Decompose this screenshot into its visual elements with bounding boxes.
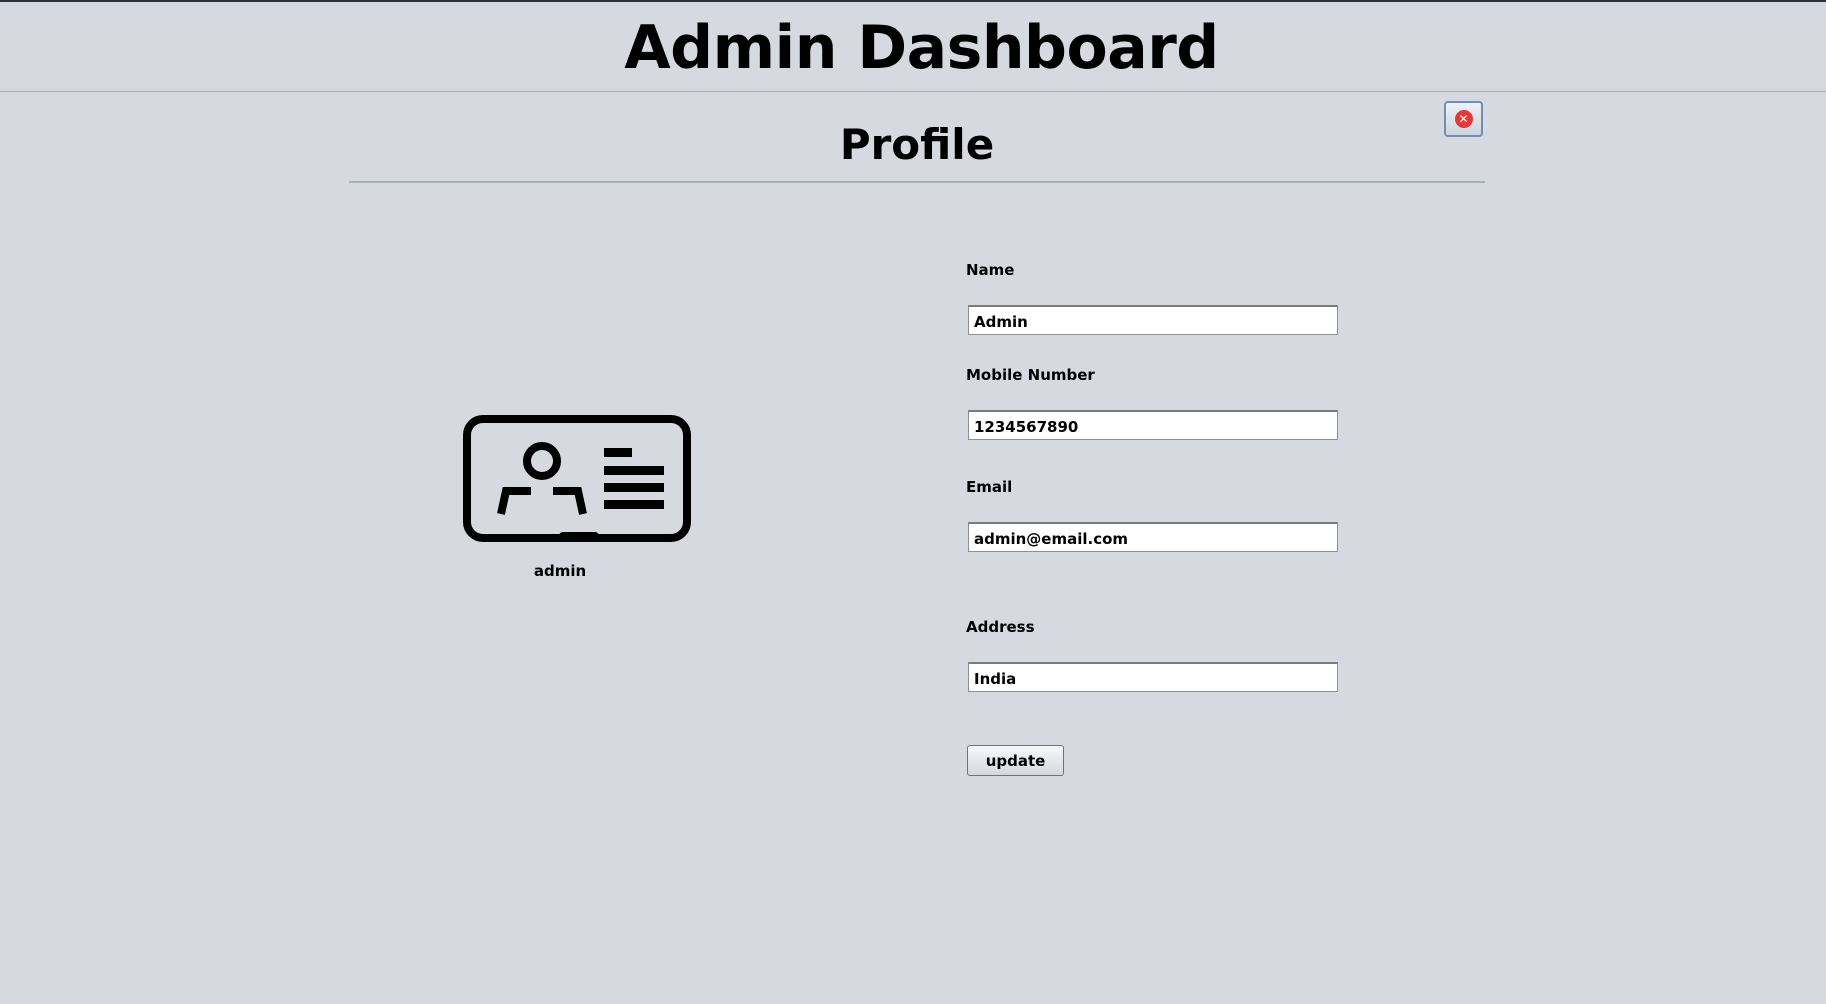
mobile-label: Mobile Number	[966, 366, 1095, 384]
window-top-border	[0, 0, 1826, 2]
email-field[interactable]	[968, 522, 1338, 552]
header-divider	[0, 91, 1826, 92]
close-icon: ✕	[1454, 110, 1473, 128]
id-card-icon	[463, 415, 691, 542]
address-label: Address	[966, 618, 1035, 636]
email-label: Email	[966, 478, 1013, 496]
profile-divider	[349, 181, 1485, 183]
profile-username: admin	[533, 562, 587, 580]
name-label: Name	[966, 261, 1015, 279]
address-field[interactable]	[968, 662, 1338, 692]
app-title: Admin Dashboard	[624, 13, 1219, 83]
mobile-number-field[interactable]	[968, 410, 1338, 440]
name-field[interactable]	[968, 305, 1338, 335]
close-button[interactable]: ✕	[1444, 101, 1483, 137]
page-title: Profile	[839, 120, 995, 169]
update-button[interactable]: update	[967, 745, 1064, 776]
